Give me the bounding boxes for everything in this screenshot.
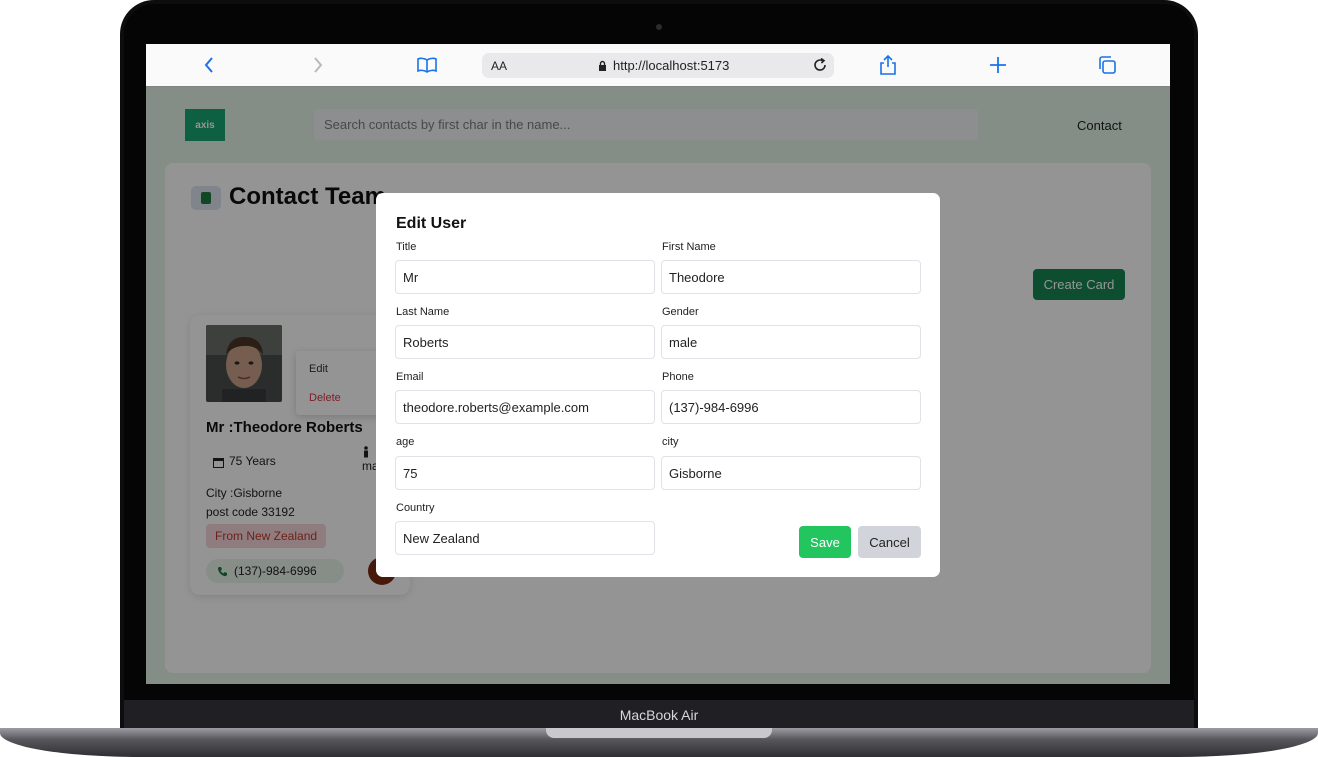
phone-field[interactable]	[661, 390, 921, 424]
plus-icon[interactable]	[986, 54, 1010, 76]
cancel-button[interactable]: Cancel	[858, 526, 921, 558]
age-field[interactable]	[395, 456, 655, 490]
phone-label: Phone	[662, 371, 694, 383]
camera-icon	[656, 24, 662, 30]
title-label: Title	[396, 241, 417, 253]
age-label: age	[396, 436, 415, 448]
last-name-field[interactable]	[395, 325, 655, 359]
share-icon[interactable]	[876, 54, 900, 76]
email-field[interactable]	[395, 390, 655, 424]
tabs-icon[interactable]	[1095, 54, 1119, 76]
city-field[interactable]	[661, 456, 921, 490]
book-icon[interactable]	[415, 54, 439, 76]
title-field[interactable]	[395, 260, 655, 294]
lock-icon	[598, 59, 607, 77]
url-bar[interactable]: AA http://localhost:5173	[482, 53, 834, 78]
reader-aa-button[interactable]: AA	[491, 59, 507, 73]
first-name-label: First Name	[662, 241, 716, 253]
email-label: Email	[396, 371, 424, 383]
country-field[interactable]	[395, 521, 655, 555]
laptop-notch	[546, 728, 772, 738]
first-name-field[interactable]	[661, 260, 921, 294]
chevron-right-icon[interactable]	[306, 54, 330, 76]
country-label: Country	[396, 502, 435, 514]
gender-field[interactable]	[661, 325, 921, 359]
save-button[interactable]: Save	[799, 526, 851, 558]
reload-icon[interactable]	[812, 57, 828, 78]
last-name-label: Last Name	[396, 306, 450, 318]
gender-label: Gender	[662, 306, 699, 318]
url-text: http://localhost:5173	[613, 58, 730, 73]
modal-title: Edit User	[396, 215, 467, 232]
edit-user-modal: Edit User Title First Name Last Name Gen…	[376, 193, 940, 577]
screen: AA http://localhost:5173 axis Contact Co…	[146, 44, 1170, 684]
city-label: city	[662, 436, 679, 448]
browser-toolbar: AA http://localhost:5173	[146, 44, 1170, 87]
chevron-left-icon[interactable]	[197, 54, 221, 76]
device-label: MacBook Air	[619, 707, 699, 723]
